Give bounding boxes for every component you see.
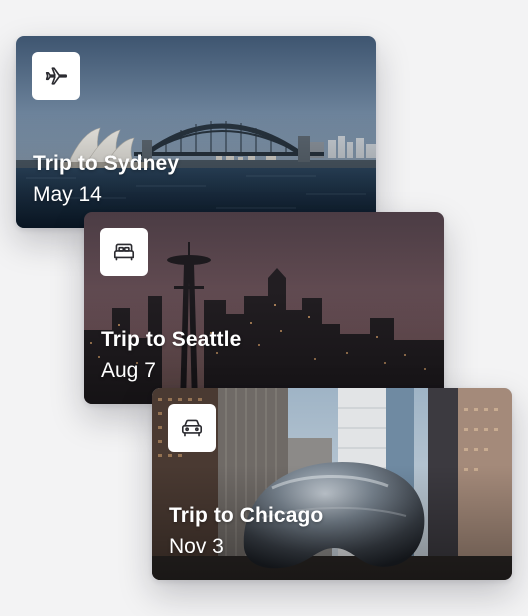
car-icon [181, 419, 203, 437]
trip-card-seattle[interactable]: Trip to Seattle Aug 7 [84, 212, 444, 404]
card-icon-badge [32, 52, 80, 100]
trip-date: May 14 [33, 183, 102, 206]
trip-card-sydney[interactable]: Trip to Sydney May 14 [16, 36, 376, 228]
trip-date: Aug 7 [101, 359, 156, 382]
trip-card-chicago[interactable]: Trip to Chicago Nov 3 [152, 388, 512, 580]
bed-icon [113, 243, 135, 261]
trip-date: Nov 3 [169, 535, 224, 558]
trip-title: Trip to Seattle [101, 328, 242, 351]
plane-icon [45, 67, 68, 85]
trip-title: Trip to Sydney [33, 152, 180, 175]
trip-title: Trip to Chicago [169, 504, 324, 527]
card-icon-badge [168, 404, 216, 452]
card-icon-badge [100, 228, 148, 276]
